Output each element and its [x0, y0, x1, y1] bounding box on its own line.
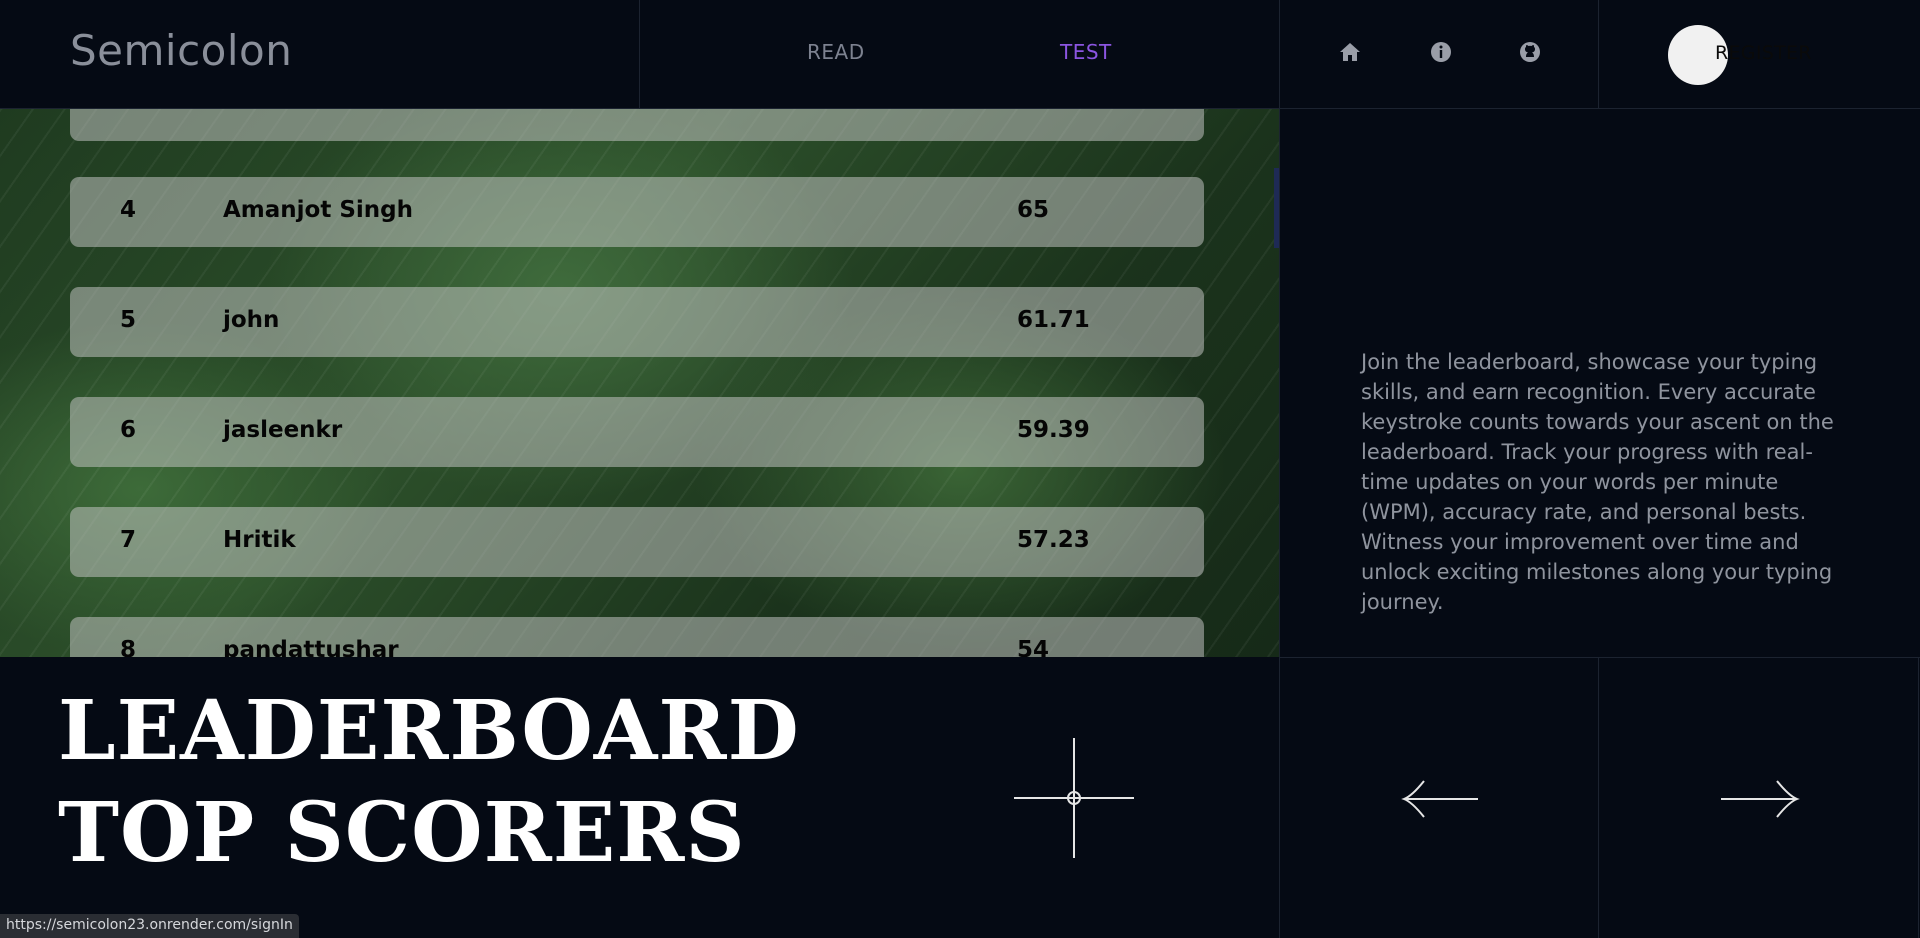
register-label: REGISTER: [1715, 42, 1812, 64]
row-score: 59.39: [1017, 417, 1090, 443]
arrow-right-icon[interactable]: [1719, 778, 1801, 820]
status-url: https://semicolon23.onrender.com/signIn: [0, 914, 299, 938]
github-icon[interactable]: [1518, 40, 1542, 64]
row-rank: 8: [120, 637, 137, 657]
scrollbar-thumb[interactable]: [1274, 168, 1279, 248]
row-rank: 7: [120, 527, 137, 553]
home-icon[interactable]: [1338, 40, 1362, 64]
row-name: Hritik: [223, 527, 296, 553]
leaderboard-row: 6 jasleenkr 59.39: [70, 397, 1204, 467]
row-score: 61.71: [1017, 307, 1090, 333]
register-button[interactable]: REGISTER: [1668, 24, 1812, 85]
divider: [1598, 657, 1599, 938]
top-nav: Semicolon READ TEST REGISTER: [0, 0, 1920, 108]
divider: [1918, 657, 1919, 938]
leaderboard-description: Join the leaderboard, showcase your typi…: [1361, 350, 1834, 614]
leaderboard-row: 7 Hritik 57.23: [70, 507, 1204, 577]
divider: [1279, 0, 1280, 938]
row-score: 57.23: [1017, 527, 1090, 553]
row-name: john: [223, 307, 280, 333]
sparkle-icon: [1014, 738, 1134, 858]
leaderboard-row: [70, 109, 1204, 141]
nav-test-link[interactable]: TEST: [1060, 40, 1112, 64]
row-rank: 4: [120, 197, 137, 223]
row-name: jasleenkr: [223, 417, 343, 443]
row-name: Amanjot Singh: [223, 197, 414, 223]
leaderboard-panel[interactable]: 4 Amanjot Singh 65 5 john 61.71 6 jaslee…: [0, 109, 1279, 657]
title-line-2: TOP SCORERS: [58, 785, 746, 881]
leaderboard-row: 5 john 61.71: [70, 287, 1204, 357]
page-title: LEADERBOARD TOP SCORERS: [58, 680, 800, 884]
divider: [1279, 657, 1920, 658]
nav-read-link[interactable]: READ: [807, 40, 865, 64]
row-score: 65: [1017, 197, 1050, 223]
row-rank: 5: [120, 307, 137, 333]
info-icon[interactable]: [1429, 40, 1453, 64]
leaderboard-row: 4 Amanjot Singh 65: [70, 177, 1204, 247]
arrow-left-icon[interactable]: [1400, 778, 1480, 820]
brand-logo[interactable]: Semicolon: [70, 26, 292, 75]
leaderboard-row: 8 pandattushar 54: [70, 617, 1204, 657]
row-rank: 6: [120, 417, 137, 443]
row-score: 54: [1017, 637, 1050, 657]
title-line-1: LEADERBOARD: [58, 683, 800, 779]
row-name: pandattushar: [223, 637, 399, 657]
